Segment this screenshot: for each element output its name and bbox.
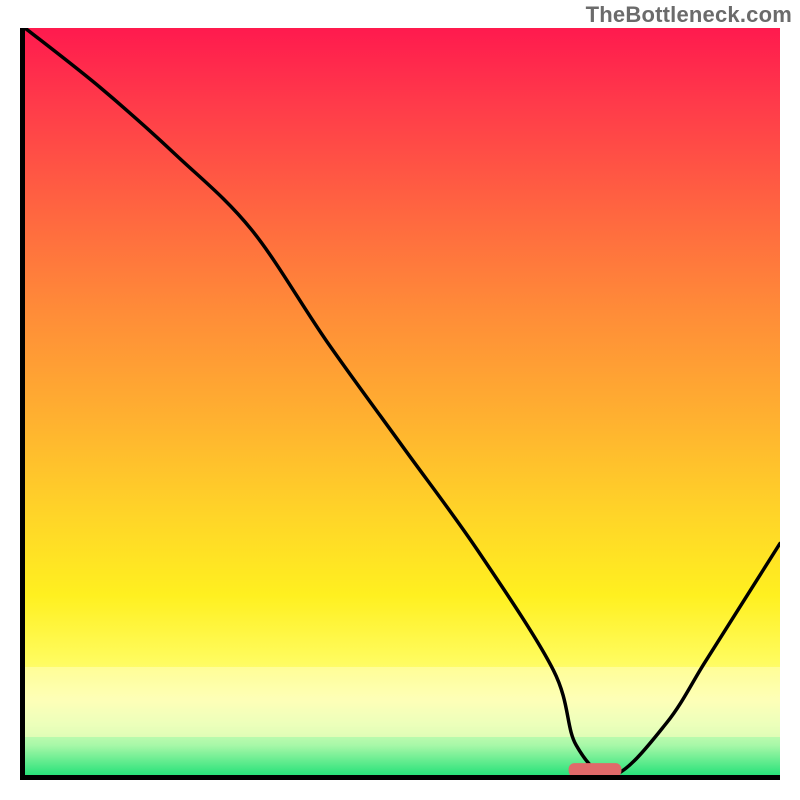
chart-svg (25, 28, 780, 775)
plot-area (20, 28, 780, 780)
optimal-marker (569, 763, 622, 775)
bottleneck-curve (25, 28, 780, 775)
watermark-text: TheBottleneck.com (586, 2, 792, 28)
chart-container: TheBottleneck.com (0, 0, 800, 800)
